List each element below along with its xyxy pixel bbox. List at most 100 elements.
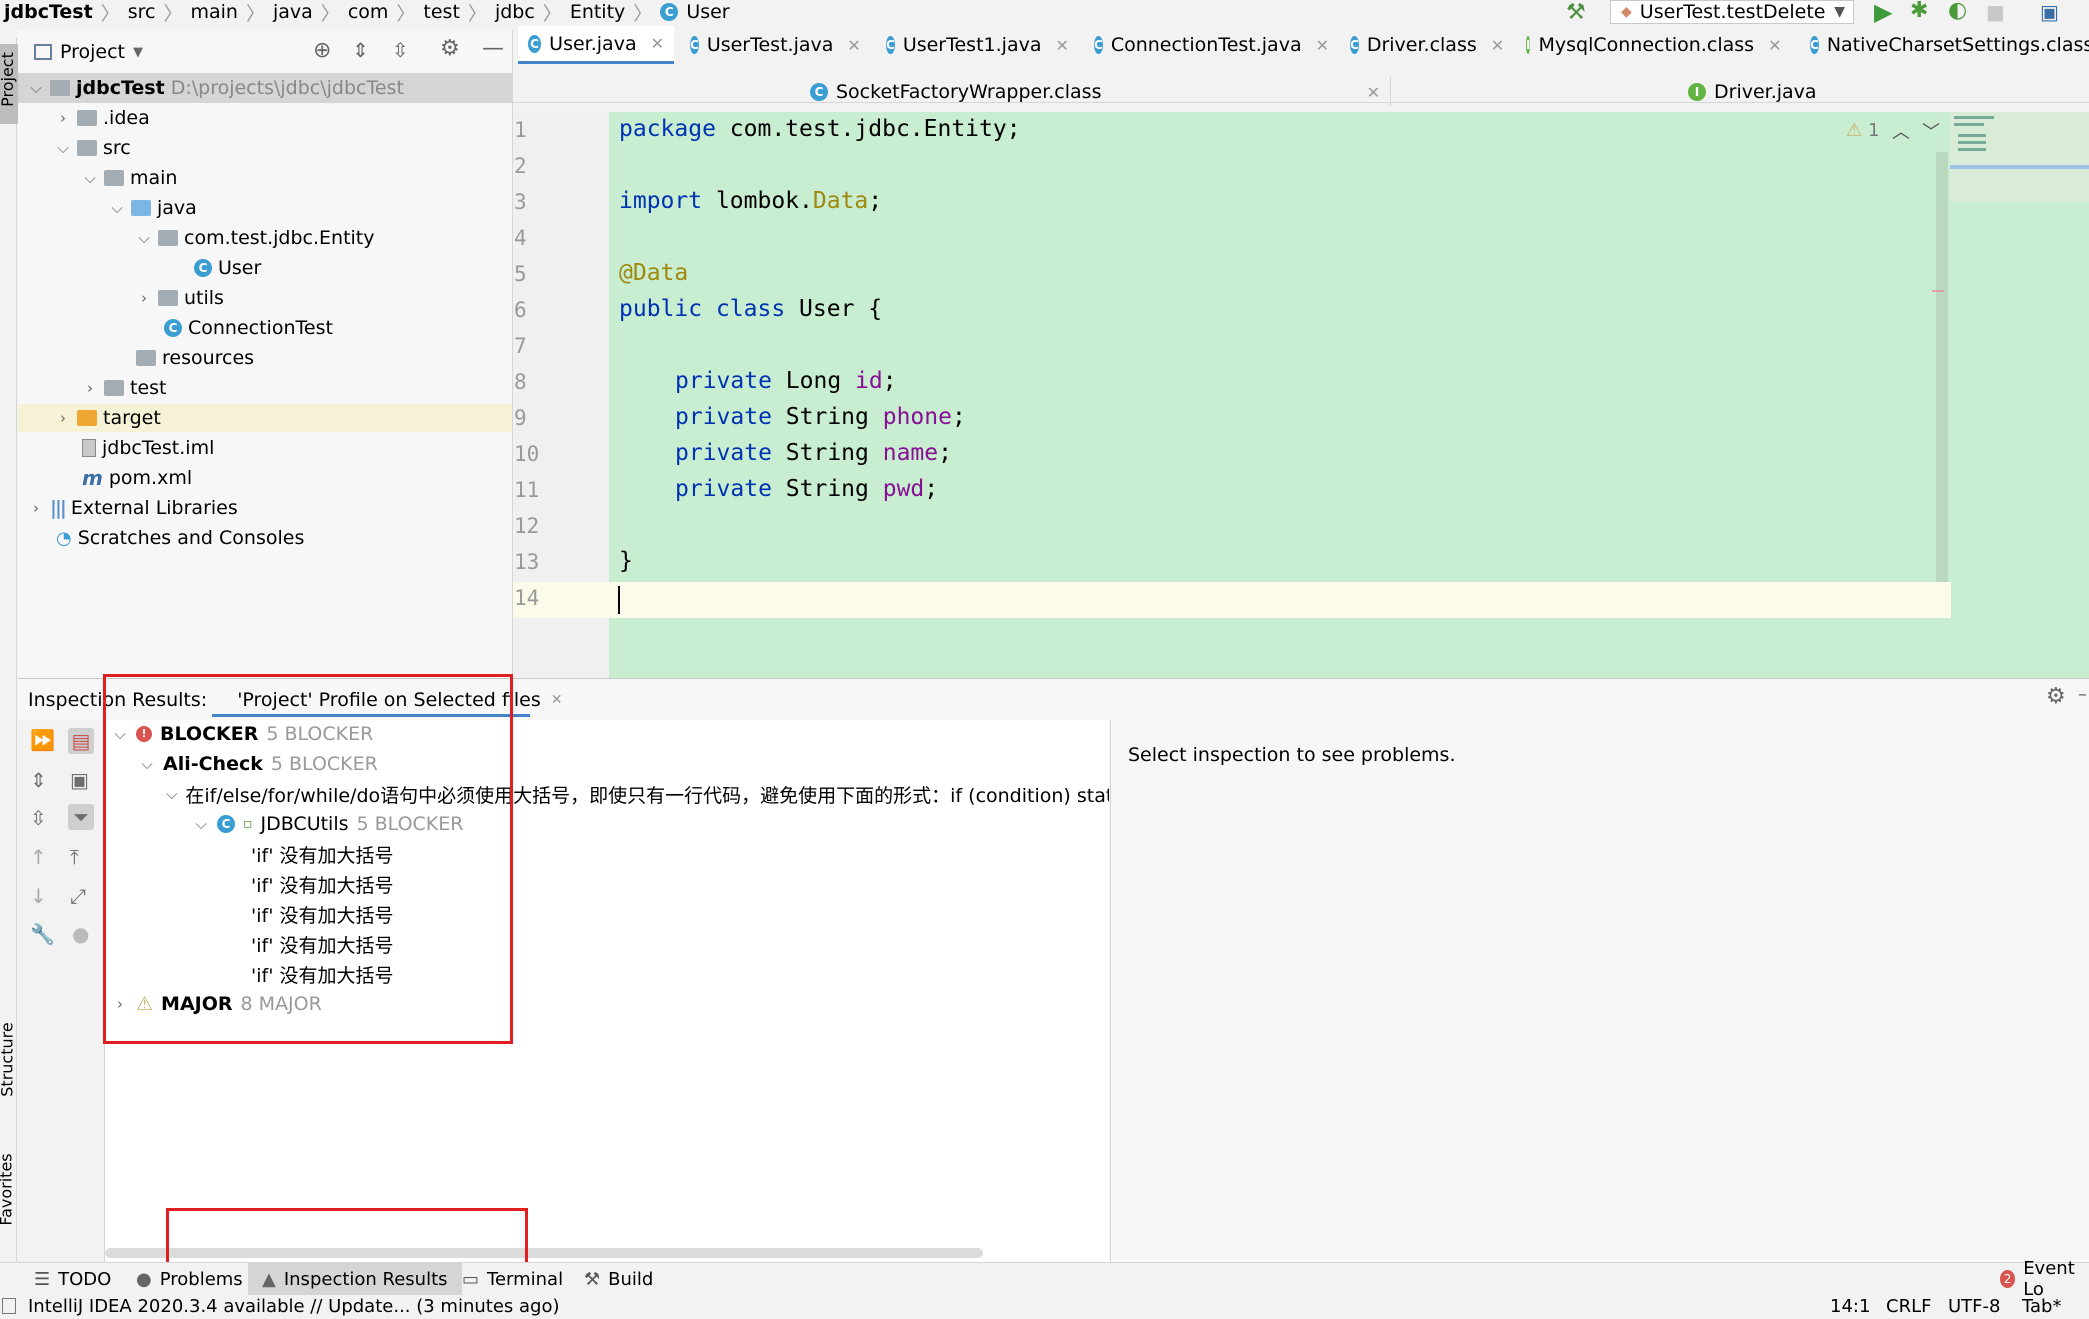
- coverage-icon[interactable]: ◐: [1948, 0, 1967, 23]
- tree-item-target[interactable]: › target: [55, 404, 161, 432]
- breadcrumb-jdbc[interactable]: jdbc: [495, 1, 535, 23]
- chevron-down-icon[interactable]: ⌵: [55, 139, 71, 157]
- close-icon[interactable]: ✕: [551, 692, 563, 708]
- tree-item-external-libraries[interactable]: › ||| External Libraries: [28, 494, 238, 522]
- tab-nativecharsetsettings-class[interactable]: C NativeCharsetSettings.class: [1800, 26, 2089, 64]
- tab-todo[interactable]: ☰ TODO: [34, 1263, 111, 1295]
- tab-driver-class[interactable]: C Driver.class ✕: [1340, 26, 1508, 64]
- project-structure-icon[interactable]: ▣: [2040, 0, 2059, 24]
- close-icon[interactable]: ✕: [651, 34, 664, 53]
- group-by-severity-icon[interactable]: ▤: [68, 728, 94, 754]
- chevron-down-icon[interactable]: ﹀: [1922, 118, 1940, 144]
- close-icon[interactable]: ✕: [1055, 36, 1068, 55]
- breadcrumb-src[interactable]: src: [128, 1, 156, 23]
- tab-driver-java[interactable]: I Driver.java: [1678, 74, 1878, 110]
- build-hammer-icon[interactable]: ⚒: [1566, 0, 1586, 25]
- tree-item-connectiontest[interactable]: C ConnectionTest: [164, 314, 333, 342]
- tree-item-user[interactable]: C User: [194, 254, 261, 282]
- breadcrumb-test[interactable]: test: [423, 1, 460, 23]
- hide-icon[interactable]: —: [482, 36, 504, 61]
- favorites-side-label[interactable]: Favorites: [0, 1153, 16, 1225]
- editor-scrollbar[interactable]: [1936, 152, 1948, 582]
- status-indent[interactable]: Tab*: [2022, 1296, 2061, 1317]
- breadcrumb-user[interactable]: User: [686, 1, 729, 23]
- stop-icon[interactable]: ■: [1986, 0, 2005, 24]
- tab-terminal[interactable]: ▭ Terminal: [462, 1263, 563, 1295]
- hide-icon[interactable]: –: [2078, 684, 2087, 705]
- breadcrumb-main[interactable]: main: [190, 1, 237, 23]
- bulb-icon[interactable]: ●: [72, 922, 89, 946]
- tab-inspection-results[interactable]: ▲ Inspection Results: [248, 1263, 462, 1295]
- close-icon[interactable]: ✕: [1768, 36, 1781, 55]
- tree-item-utils[interactable]: › utils: [136, 284, 224, 312]
- tree-item-pom[interactable]: m pom.xml: [82, 464, 192, 492]
- close-icon[interactable]: ✕: [1367, 83, 1380, 102]
- filter-icon[interactable]: ⏷: [68, 804, 94, 830]
- tab-mysqlconnection-class[interactable]: I MysqlConnection.class ✕: [1516, 26, 1788, 64]
- chevron-right-icon[interactable]: ›: [136, 289, 152, 307]
- breadcrumb-project[interactable]: jdbcTest: [4, 1, 93, 23]
- tab-usertest1-java[interactable]: C UserTest1.java ✕: [876, 26, 1069, 64]
- status-encoding[interactable]: UTF-8: [1948, 1296, 2000, 1317]
- chevron-down-icon[interactable]: ⌵: [109, 199, 125, 217]
- chevron-down-icon[interactable]: ⌵: [136, 229, 152, 247]
- chevron-right-icon[interactable]: ›: [55, 409, 71, 427]
- run-icon[interactable]: ▶: [1874, 0, 1892, 26]
- chevron-right-icon[interactable]: ›: [28, 499, 44, 517]
- tab-event-log[interactable]: 2 Event Lo: [2000, 1258, 2089, 1300]
- status-message[interactable]: IntelliJ IDEA 2020.3.4 available // Upda…: [28, 1296, 560, 1317]
- project-view-label[interactable]: Project: [60, 41, 125, 63]
- collapse-all-icon[interactable]: ⇳: [392, 38, 409, 62]
- tab-build[interactable]: ⚒ Build: [584, 1263, 653, 1295]
- chevron-right-icon[interactable]: ›: [55, 109, 71, 127]
- tree-item-main[interactable]: ⌵ main: [82, 164, 177, 192]
- tree-item-idea[interactable]: › .idea: [55, 104, 150, 132]
- chevron-down-icon[interactable]: ⌵: [82, 169, 98, 187]
- tab-problems[interactable]: ● Problems: [136, 1263, 243, 1295]
- next-problem-icon[interactable]: ↓: [30, 884, 47, 908]
- collapse-all-icon[interactable]: ⇳: [30, 806, 47, 830]
- status-position[interactable]: 14:1: [1830, 1296, 1870, 1317]
- tree-item-resources[interactable]: resources: [136, 344, 254, 372]
- breadcrumb-entity[interactable]: Entity: [570, 1, 625, 23]
- close-icon[interactable]: ✕: [1491, 36, 1504, 55]
- gear-icon[interactable]: ⚙: [2046, 684, 2066, 709]
- wrench-icon[interactable]: 🔧: [30, 922, 55, 946]
- debug-icon[interactable]: ✱: [1910, 0, 1928, 23]
- group-by-directory-icon[interactable]: ▣: [70, 768, 89, 792]
- status-toggle-icon[interactable]: [2, 1298, 16, 1314]
- tree-item-iml[interactable]: jdbcTest.iml: [82, 434, 214, 462]
- structure-side-label[interactable]: Structure: [0, 1022, 17, 1096]
- breadcrumb-java[interactable]: java: [273, 1, 313, 23]
- tree-item-jdbcTest[interactable]: ⌵ jdbcTest D:\projects\jdbc\jdbcTest: [28, 74, 404, 102]
- rerun-icon[interactable]: ⏩: [30, 728, 55, 752]
- chevron-up-icon[interactable]: ︿: [1892, 118, 1910, 144]
- status-line-separator[interactable]: CRLF: [1886, 1296, 1931, 1317]
- chevron-down-icon[interactable]: ⌵: [28, 79, 44, 97]
- project-side-label[interactable]: Project: [0, 52, 17, 107]
- previous-problem-icon[interactable]: ↑: [30, 845, 47, 869]
- tree-item-src[interactable]: ⌵ src: [55, 134, 130, 162]
- tree-item-test[interactable]: › test: [82, 374, 167, 402]
- inspection-widget[interactable]: ⚠ 1: [1846, 120, 1880, 141]
- expand-all-icon[interactable]: ⇕: [30, 768, 47, 792]
- locate-icon[interactable]: ⊕: [313, 38, 331, 63]
- tab-user-java[interactable]: C User.java ✕: [518, 26, 674, 64]
- pin-icon[interactable]: ⤒: [70, 845, 79, 869]
- tab-connectiontest-java[interactable]: C ConnectionTest.java ✕: [1084, 26, 1332, 64]
- chevron-right-icon[interactable]: ›: [82, 379, 98, 397]
- tree-item-scratches[interactable]: ◔ Scratches and Consoles: [56, 524, 304, 552]
- export-icon[interactable]: ⤢: [70, 884, 86, 908]
- minimap-viewport[interactable]: [1950, 165, 2089, 169]
- run-config-dropdown[interactable]: ◆ UserTest.testDelete ▼: [1610, 0, 1854, 24]
- tree-item-entity-package[interactable]: ⌵ com.test.jdbc.Entity: [136, 224, 374, 252]
- gear-icon[interactable]: ⚙: [440, 36, 460, 61]
- close-icon[interactable]: ✕: [847, 36, 860, 55]
- close-icon[interactable]: ✕: [1316, 36, 1329, 55]
- tab-socketfactorywrapper-class[interactable]: C SocketFactoryWrapper.class ✕: [800, 74, 1390, 110]
- chevron-down-icon[interactable]: ▼: [133, 45, 143, 60]
- expand-all-icon[interactable]: ⇕: [352, 38, 369, 62]
- tab-usertest-java[interactable]: C UserTest.java ✕: [680, 26, 870, 64]
- breadcrumb-com[interactable]: com: [348, 1, 389, 23]
- tree-item-java[interactable]: ⌵ java: [109, 194, 197, 222]
